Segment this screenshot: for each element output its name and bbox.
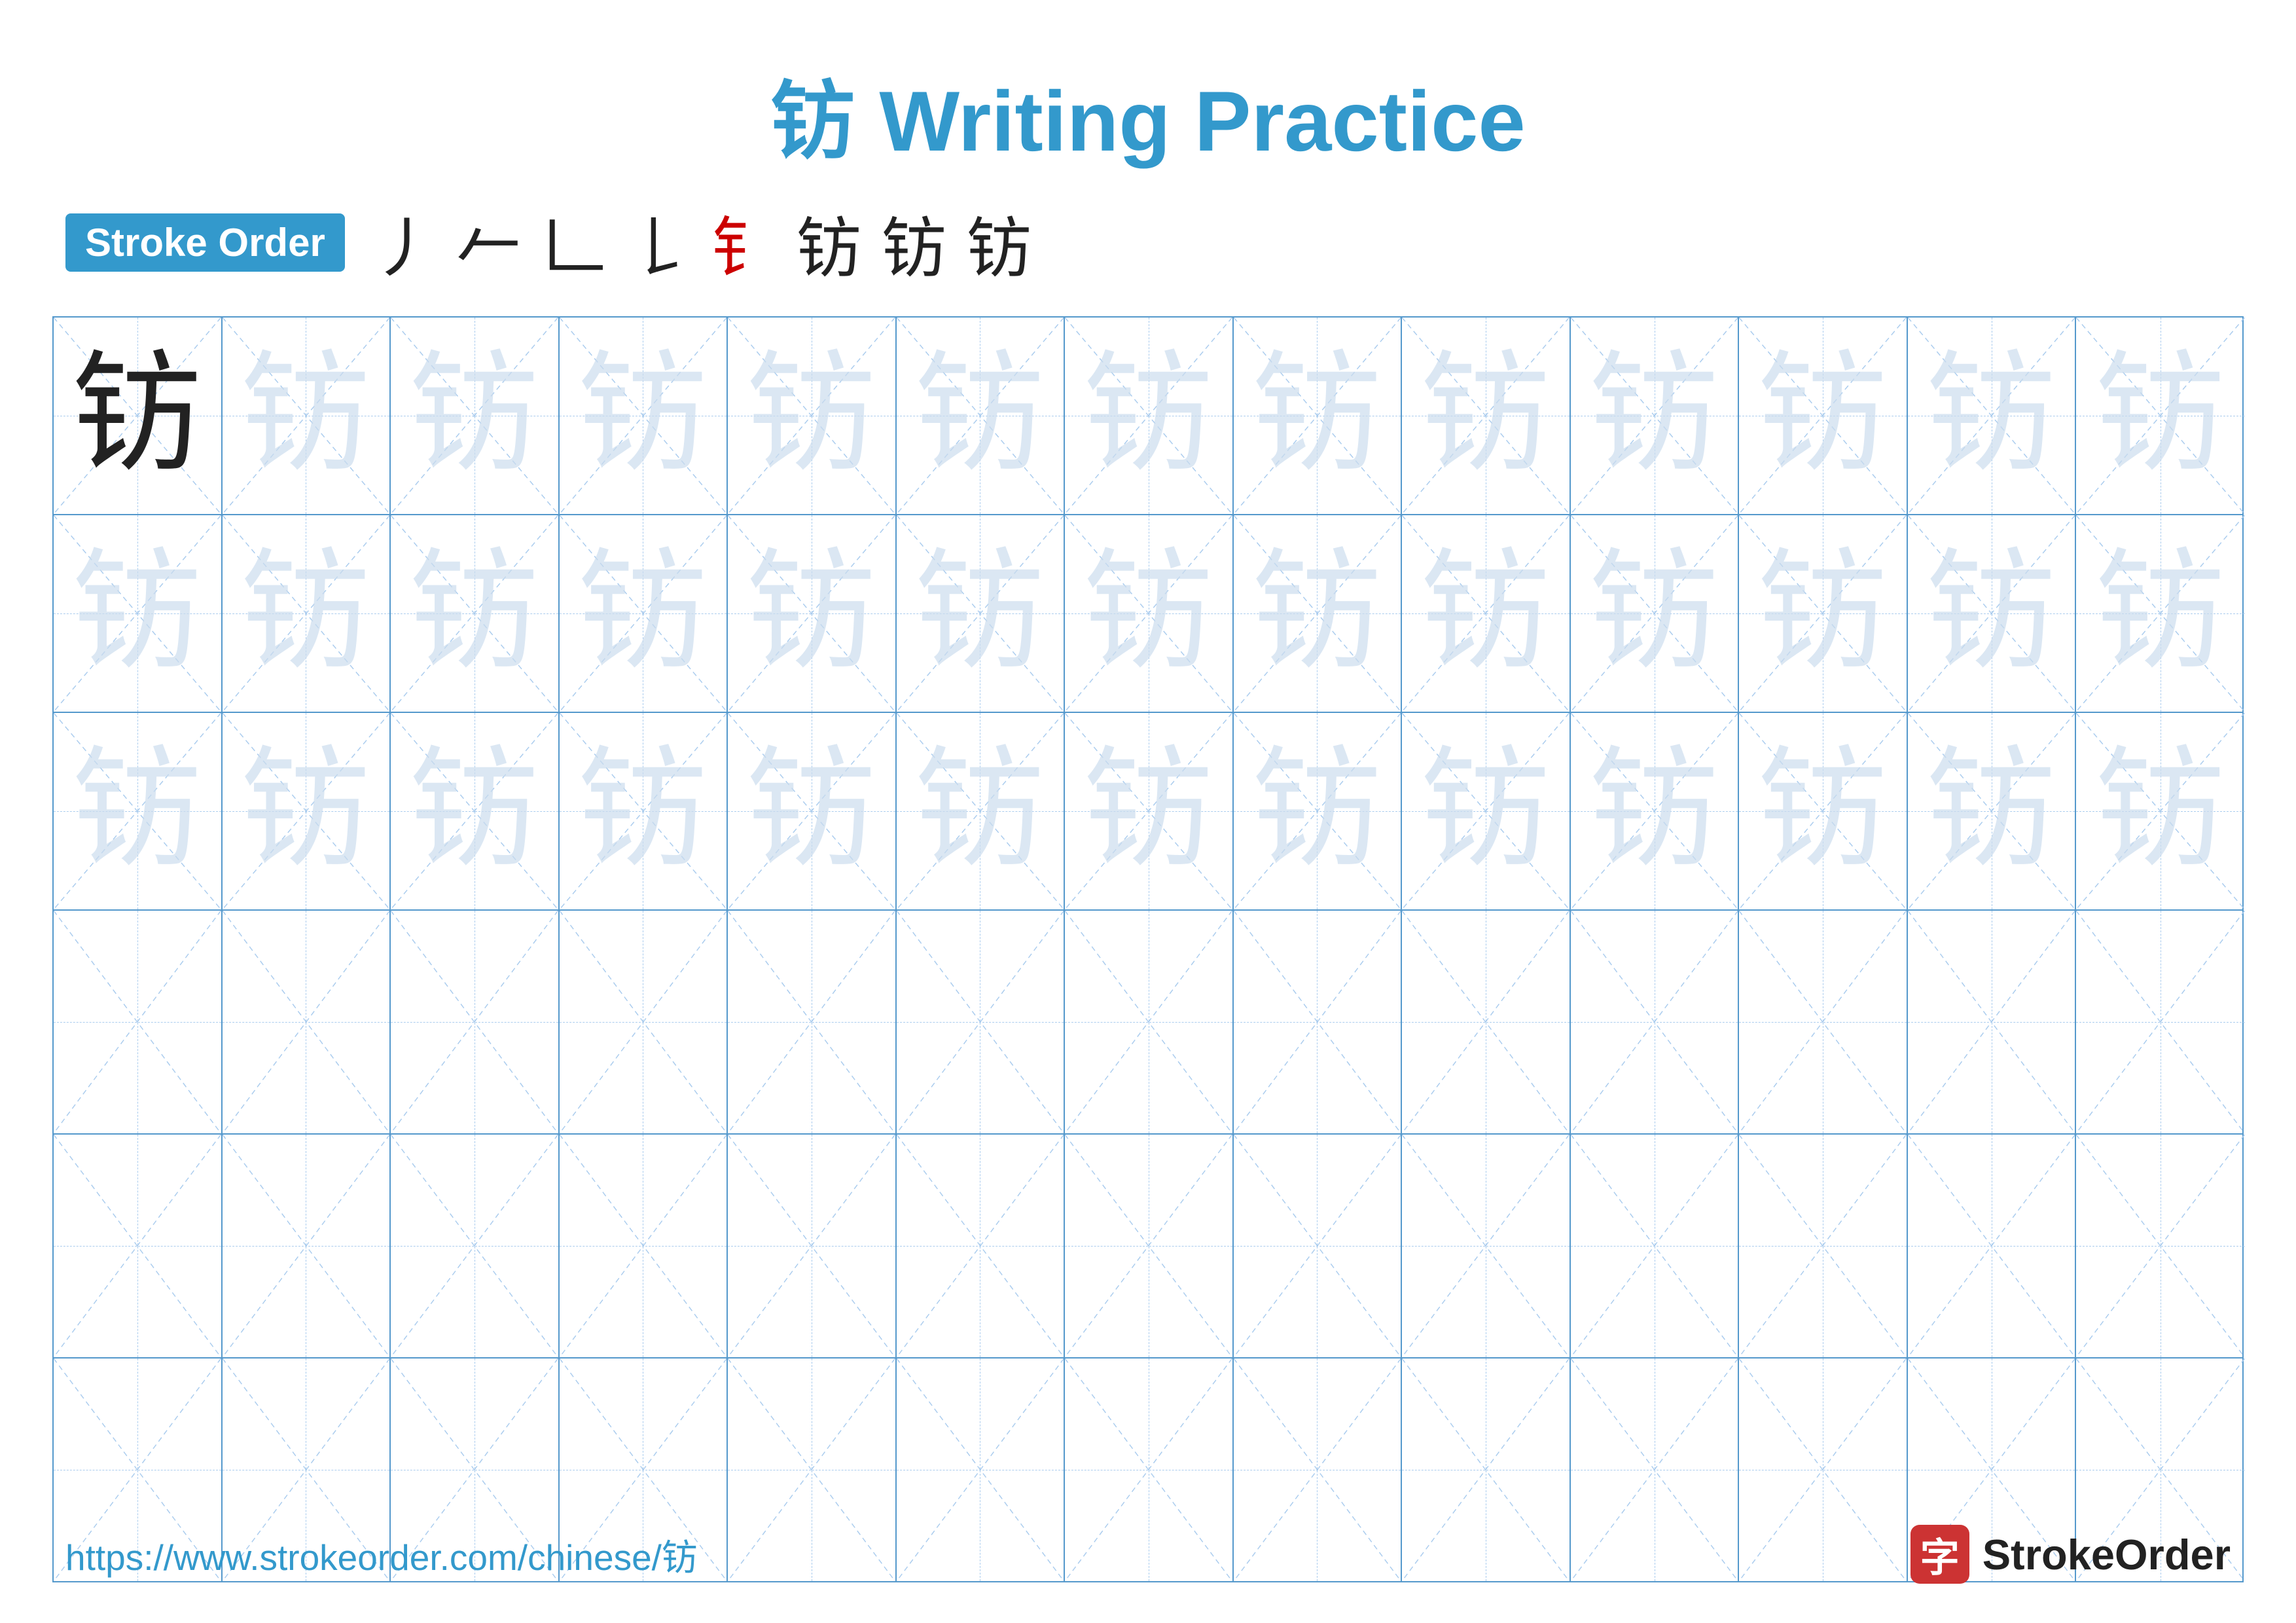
grid-cell-2-1[interactable]: 钫: [54, 515, 223, 712]
stroke-6: 钫: [797, 195, 862, 290]
grid-cell-3-2[interactable]: 钫: [223, 713, 391, 909]
grid-cell-4-7[interactable]: [1065, 911, 1234, 1133]
grid-cell-5-3[interactable]: [391, 1135, 560, 1357]
grid-cell-2-5[interactable]: 钫: [728, 515, 897, 712]
grid-cell-1-8[interactable]: 钫: [1234, 318, 1403, 514]
grid-cell-3-11[interactable]: 钫: [1739, 713, 1908, 909]
footer-logo-text: StrokeOrder: [1982, 1530, 2231, 1579]
footer-logo-icon: 字: [1910, 1525, 1969, 1584]
grid-cell-1-11[interactable]: 钫: [1739, 318, 1908, 514]
grid-row-3: 钫 钫 钫 钫 钫 钫 钫 钫 钫 钫 钫 钫 钫: [54, 713, 2242, 911]
grid-cell-5-6[interactable]: [897, 1135, 1066, 1357]
grid-cell-3-4[interactable]: 钫: [560, 713, 728, 909]
char-dark: 钫: [72, 350, 203, 481]
grid-cell-3-9[interactable]: 钫: [1402, 713, 1571, 909]
grid-cell-1-4[interactable]: 钫: [560, 318, 728, 514]
grid-cell-2-11[interactable]: 钫: [1739, 515, 1908, 712]
grid-cell-3-12[interactable]: 钫: [1908, 713, 2077, 909]
grid-cell-4-8[interactable]: [1234, 911, 1403, 1133]
grid-cell-3-6[interactable]: 钫: [897, 713, 1066, 909]
grid-cell-3-5[interactable]: 钫: [728, 713, 897, 909]
grid-cell-4-2[interactable]: [223, 911, 391, 1133]
grid-row-5: [54, 1135, 2242, 1359]
grid-cell-1-10[interactable]: 钫: [1571, 318, 1740, 514]
grid-cell-4-3[interactable]: [391, 911, 560, 1133]
grid-cell-1-12[interactable]: 钫: [1908, 318, 2077, 514]
grid-cell-3-3[interactable]: 钫: [391, 713, 560, 909]
grid-row-2: 钫 钫 钫 钫 钫 钫 钫 钫 钫 钫 钫 钫 钫: [54, 515, 2242, 713]
grid-cell-4-1[interactable]: [54, 911, 223, 1133]
grid-cell-5-10[interactable]: [1571, 1135, 1740, 1357]
grid-cell-1-5[interactable]: 钫: [728, 318, 897, 514]
stroke-2: 𠂉: [456, 195, 522, 290]
footer-url: https://www.strokeorder.com/chinese/钫: [65, 1528, 698, 1580]
stroke-5: 钅: [711, 195, 777, 290]
grid-row-4: [54, 911, 2242, 1135]
grid-cell-5-1[interactable]: [54, 1135, 223, 1357]
grid-cell-4-6[interactable]: [897, 911, 1066, 1133]
title-area: 钫 Writing Practice: [0, 0, 2296, 175]
grid-cell-2-3[interactable]: 钫: [391, 515, 560, 712]
grid-cell-2-10[interactable]: 钫: [1571, 515, 1740, 712]
grid-cell-4-12[interactable]: [1908, 911, 2077, 1133]
stroke-1: 丿: [371, 195, 437, 290]
grid-cell-5-7[interactable]: [1065, 1135, 1234, 1357]
grid-cell-1-1[interactable]: 钫: [54, 318, 223, 514]
grid-cell-3-1[interactable]: 钫: [54, 713, 223, 909]
footer: https://www.strokeorder.com/chinese/钫 字 …: [65, 1525, 2231, 1584]
grid-cell-4-11[interactable]: [1739, 911, 1908, 1133]
stroke-order-row: Stroke Order 丿 𠂉 𠃊 𠄌 钅 钫 钫 钫: [0, 195, 2296, 290]
grid-cell-5-13[interactable]: [2076, 1135, 2245, 1357]
grid-cell-1-13[interactable]: 钫: [2076, 318, 2245, 514]
grid-cell-4-9[interactable]: [1402, 911, 1571, 1133]
grid-cell-3-8[interactable]: 钫: [1234, 713, 1403, 909]
grid-cell-5-11[interactable]: [1739, 1135, 1908, 1357]
grid-cell-2-8[interactable]: 钫: [1234, 515, 1403, 712]
stroke-8: 钫: [967, 195, 1032, 290]
page-title: 钫 Writing Practice: [770, 73, 1525, 169]
grid-cell-1-7[interactable]: 钫: [1065, 318, 1234, 514]
grid-cell-2-9[interactable]: 钫: [1402, 515, 1571, 712]
grid-cell-1-9[interactable]: 钫: [1402, 318, 1571, 514]
grid-cell-4-10[interactable]: [1571, 911, 1740, 1133]
stroke-order-badge: Stroke Order: [65, 213, 345, 272]
grid-row-1: 钫 钫 钫 钫: [54, 318, 2242, 515]
footer-logo: 字 StrokeOrder: [1910, 1525, 2231, 1584]
stroke-3: 𠃊: [541, 195, 607, 290]
grid-cell-5-2[interactable]: [223, 1135, 391, 1357]
grid-cell-4-13[interactable]: [2076, 911, 2245, 1133]
grid-cell-2-4[interactable]: 钫: [560, 515, 728, 712]
grid-cell-2-12[interactable]: 钫: [1908, 515, 2077, 712]
grid-cell-2-6[interactable]: 钫: [897, 515, 1066, 712]
writing-grid: 钫 钫 钫 钫: [52, 316, 2244, 1582]
grid-cell-4-4[interactable]: [560, 911, 728, 1133]
stroke-7: 钫: [882, 195, 947, 290]
grid-cell-5-4[interactable]: [560, 1135, 728, 1357]
grid-cell-5-12[interactable]: [1908, 1135, 2077, 1357]
grid-cell-1-2[interactable]: 钫: [223, 318, 391, 514]
grid-cell-2-2[interactable]: 钫: [223, 515, 391, 712]
grid-cell-5-5[interactable]: [728, 1135, 897, 1357]
grid-cell-1-3[interactable]: 钫: [391, 318, 560, 514]
stroke-4: 𠄌: [626, 195, 692, 290]
stroke-chars: 丿 𠂉 𠃊 𠄌 钅 钫 钫 钫: [371, 195, 1032, 290]
grid-cell-3-10[interactable]: 钫: [1571, 713, 1740, 909]
grid-cell-3-13[interactable]: 钫: [2076, 713, 2245, 909]
grid-cell-1-6[interactable]: 钫: [897, 318, 1066, 514]
grid-cell-5-8[interactable]: [1234, 1135, 1403, 1357]
grid-cell-2-7[interactable]: 钫: [1065, 515, 1234, 712]
grid-cell-3-7[interactable]: 钫: [1065, 713, 1234, 909]
grid-cell-2-13[interactable]: 钫: [2076, 515, 2245, 712]
char-light: 钫: [240, 350, 371, 481]
grid-cell-5-9[interactable]: [1402, 1135, 1571, 1357]
grid-cell-4-5[interactable]: [728, 911, 897, 1133]
